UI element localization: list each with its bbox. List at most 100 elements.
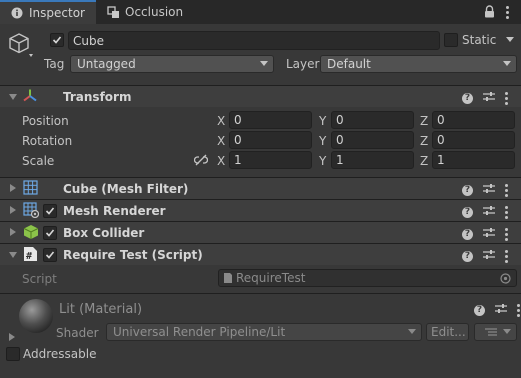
foldout-arrow-icon[interactable] (9, 252, 17, 258)
tab-menu-icon[interactable] (506, 6, 509, 19)
position-z-value: 0 (437, 113, 445, 127)
require-test-title: Require Test (Script) (63, 248, 203, 262)
transform-title: Transform (63, 90, 132, 104)
rotation-label: Rotation (22, 134, 73, 148)
script-asset-icon (223, 272, 233, 284)
scale-z-value: 1 (437, 153, 445, 167)
object-picker-icon[interactable] (500, 273, 511, 287)
material-foldout-icon[interactable] (9, 333, 15, 341)
static-label: Static (462, 33, 497, 47)
presets-icon[interactable] (483, 91, 495, 105)
tag-dropdown[interactable]: Untagged (70, 55, 274, 73)
info-icon (10, 6, 24, 20)
help-icon[interactable]: ? (462, 206, 473, 218)
active-checkbox[interactable] (50, 33, 64, 47)
scale-z-label[interactable]: Z (420, 154, 428, 168)
component-menu-icon[interactable] (505, 91, 508, 105)
rotation-y-label[interactable]: Y (319, 134, 326, 148)
tab-inspector[interactable]: Inspector (0, 0, 96, 24)
tab-occlusion[interactable]: Occlusion (96, 0, 196, 24)
presets-icon[interactable] (495, 303, 507, 317)
scale-x-label[interactable]: X (217, 154, 225, 168)
inspector-bottom (0, 366, 521, 378)
box-collider-enabled-checkbox[interactable] (43, 226, 57, 240)
position-z-field[interactable]: 0 (432, 111, 515, 129)
material-divider (0, 293, 521, 294)
component-menu-icon[interactable] (505, 205, 508, 219)
component-menu-icon[interactable] (505, 227, 508, 241)
presets-icon[interactable] (483, 249, 495, 263)
help-icon[interactable]: ? (462, 92, 473, 104)
rotation-z-field[interactable]: 0 (432, 131, 515, 149)
scale-y-field[interactable]: 1 (331, 151, 414, 169)
static-dropdown[interactable] (502, 32, 517, 50)
mesh-filter-title: Cube (Mesh Filter) (63, 182, 189, 196)
layer-dropdown[interactable]: Default (320, 55, 517, 73)
mesh-filter-header-icons: ? (462, 183, 508, 197)
addressable-checkbox[interactable] (6, 347, 20, 361)
script-icon: # (23, 246, 38, 265)
presets-icon[interactable] (483, 205, 495, 219)
list-icon (485, 328, 497, 336)
static-checkbox[interactable] (444, 33, 458, 47)
edit-shader-button[interactable]: Edit... (426, 323, 469, 341)
rotation-x-label[interactable]: X (217, 134, 225, 148)
mesh-renderer-enabled-checkbox[interactable] (43, 204, 57, 218)
position-z-label[interactable]: Z (420, 114, 428, 128)
foldout-arrow-icon[interactable] (9, 94, 17, 100)
scale-x-field[interactable]: 1 (229, 151, 312, 169)
transform-icon (22, 88, 38, 107)
box-collider-title: Box Collider (63, 226, 145, 240)
scale-label: Scale (22, 154, 55, 168)
presets-icon[interactable] (483, 183, 495, 197)
occlusion-icon (106, 5, 120, 19)
rotation-y-value: 0 (336, 133, 344, 147)
position-x-label[interactable]: X (217, 114, 225, 128)
position-label: Position (22, 114, 69, 128)
rotation-y-field[interactable]: 0 (331, 131, 414, 149)
rotation-z-label[interactable]: Z (420, 134, 428, 148)
position-y-field[interactable]: 0 (331, 111, 414, 129)
constrain-proportions-icon[interactable] (193, 154, 209, 169)
require-test-header-icons: ? (462, 249, 508, 263)
mesh-renderer-header-icons: ? (462, 205, 508, 219)
chevron-down-icon (408, 329, 416, 334)
gameobject-icon[interactable] (8, 32, 36, 63)
scale-x-value: 1 (234, 153, 242, 167)
component-menu-icon[interactable] (505, 249, 508, 263)
position-x-field[interactable]: 0 (229, 111, 312, 129)
help-icon[interactable]: ? (462, 250, 473, 262)
chevron-down-icon (503, 61, 511, 66)
help-icon[interactable]: ? (474, 304, 485, 316)
presets-icon[interactable] (483, 227, 495, 241)
layer-label: Layer (286, 57, 320, 71)
rotation-x-value: 0 (234, 133, 242, 147)
edit-label: Edit... (431, 325, 466, 339)
chevron-down-icon (503, 329, 511, 334)
foldout-arrow-icon[interactable] (10, 206, 16, 214)
scale-y-label[interactable]: Y (319, 154, 326, 168)
tab-occlusion-label: Occlusion (125, 5, 184, 19)
tag-value: Untagged (77, 57, 136, 71)
foldout-arrow-icon[interactable] (10, 184, 16, 192)
lock-icon[interactable] (484, 5, 495, 21)
shader-dropdown[interactable]: Universal Render Pipeline/Lit (106, 323, 422, 341)
rotation-x-field[interactable]: 0 (229, 131, 312, 149)
box-collider-icon (23, 224, 39, 243)
layer-value: Default (327, 57, 371, 71)
chevron-down-icon (260, 61, 268, 66)
material-preview-sphere (18, 298, 54, 337)
help-icon[interactable]: ? (462, 228, 473, 240)
box-collider-header-icons: ? (462, 227, 508, 241)
component-menu-icon[interactable] (517, 303, 520, 317)
shader-options-dropdown[interactable] (474, 323, 517, 341)
require-test-enabled-checkbox[interactable] (43, 248, 57, 262)
foldout-arrow-icon[interactable] (10, 228, 16, 236)
help-icon[interactable]: ? (462, 184, 473, 196)
object-name-input[interactable]: Cube (68, 31, 440, 50)
scale-z-field[interactable]: 1 (432, 151, 515, 169)
position-y-label[interactable]: Y (319, 114, 326, 128)
tag-label: Tag (44, 57, 65, 71)
script-field[interactable]: RequireTest (218, 269, 517, 287)
component-menu-icon[interactable] (505, 183, 508, 197)
